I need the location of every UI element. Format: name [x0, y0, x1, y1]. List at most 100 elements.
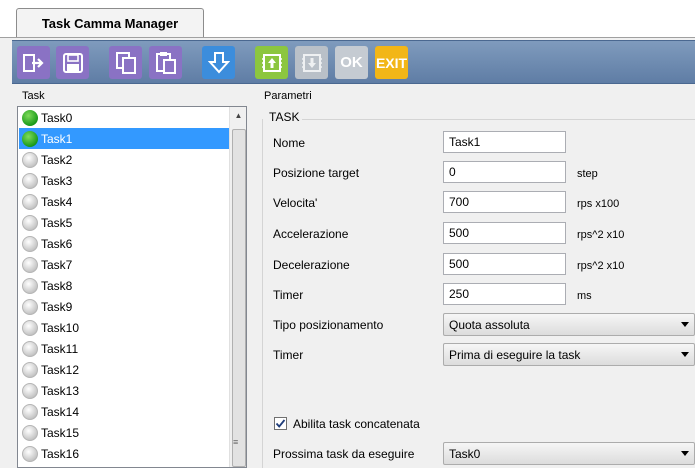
- status-green-icon: [22, 130, 38, 147]
- task-list-item[interactable]: Task2: [19, 149, 229, 170]
- task-panel-label: Task: [22, 90, 45, 102]
- velocita-field[interactable]: 700: [443, 191, 566, 213]
- task-list-item[interactable]: Task0: [19, 107, 229, 128]
- tab-strip-divider: [0, 37, 695, 38]
- save-icon: [62, 52, 83, 73]
- status-gray-icon: [22, 340, 38, 357]
- task-list-item[interactable]: Task10: [19, 317, 229, 338]
- timer-mode-label: Timer: [273, 348, 304, 362]
- export-icon: [22, 53, 44, 72]
- scroll-grip-icon: ≡: [233, 437, 239, 447]
- tab-task-camma-manager[interactable]: Task Camma Manager: [16, 8, 204, 38]
- task-list-item[interactable]: Task8: [19, 275, 229, 296]
- exit-button[interactable]: EXIT: [375, 46, 408, 79]
- params-panel-label: Parametri: [264, 90, 312, 102]
- status-gray-icon: [22, 256, 38, 273]
- task-list[interactable]: Task0 Task1 Task2 Task3 Task4 Task5 Task6 Task7…: [17, 106, 247, 468]
- task-list-item[interactable]: Task12: [19, 359, 229, 380]
- group-border-top: [302, 119, 695, 120]
- decelerazione-field[interactable]: 500: [443, 253, 566, 275]
- nome-label: Nome: [273, 136, 306, 150]
- task-list-item-label: Task5: [41, 215, 73, 230]
- ok-button[interactable]: OK: [335, 46, 368, 79]
- tipo-posizionamento-select[interactable]: Quota assoluta: [443, 313, 695, 336]
- task-list-item[interactable]: Task3: [19, 170, 229, 191]
- status-gray-icon: [22, 277, 38, 294]
- nome-field[interactable]: Task1: [443, 131, 566, 153]
- tab-title: Task Camma Manager: [41, 16, 179, 31]
- chevron-down-icon: [681, 352, 689, 357]
- posizione-target-label: Posizione target: [273, 166, 360, 180]
- posizione-target-field[interactable]: 0: [443, 161, 566, 183]
- prossima-task-value: Task0: [449, 446, 481, 461]
- exit-button-label: EXIT: [375, 54, 408, 71]
- copy-icon: [115, 51, 136, 74]
- prossima-task-select[interactable]: Task0: [443, 442, 695, 465]
- task-list-item-label: Task16: [41, 446, 80, 461]
- decelerazione-unit: rps^2 x10: [577, 260, 625, 272]
- scroll-up-arrow-icon[interactable]: ▲: [230, 107, 246, 124]
- export-button[interactable]: [17, 46, 50, 79]
- task-list-item[interactable]: Task9: [19, 296, 229, 317]
- chip-upload-icon: [261, 53, 282, 72]
- chip-download-icon: [301, 53, 322, 72]
- task-list-item[interactable]: Task15: [19, 422, 229, 443]
- save-button[interactable]: [56, 46, 89, 79]
- status-gray-icon: [22, 319, 38, 336]
- download-button[interactable]: [202, 46, 235, 79]
- timer-mode-value: Prima di eseguire la task: [449, 347, 581, 362]
- decelerazione-value: 500: [449, 257, 470, 271]
- group-border-left: [262, 119, 263, 468]
- task-list-item[interactable]: Task16: [19, 443, 229, 464]
- task-list-item-label: Task8: [41, 278, 73, 293]
- task-list-item[interactable]: Task5: [19, 212, 229, 233]
- status-gray-icon: [22, 424, 38, 441]
- task-list-item[interactable]: Task11: [19, 338, 229, 359]
- velocita-value: 700: [449, 195, 470, 209]
- copy-button[interactable]: [109, 46, 142, 79]
- posizione-target-value: 0: [449, 165, 456, 179]
- status-gray-icon: [22, 445, 38, 462]
- task-list-item-label: Task1: [41, 131, 73, 146]
- task-list-item-label: Task13: [41, 383, 80, 398]
- accelerazione-value: 500: [449, 226, 470, 240]
- status-gray-icon: [22, 151, 38, 168]
- timer-field[interactable]: 250: [443, 283, 566, 305]
- status-gray-icon: [22, 298, 38, 315]
- task-list-item-label: Task14: [41, 404, 80, 419]
- chip-upload-button[interactable]: [255, 46, 288, 79]
- posizione-target-unit: step: [577, 168, 598, 180]
- task-list-item-label: Task0: [41, 110, 73, 125]
- status-gray-icon: [22, 382, 38, 399]
- task-list-item[interactable]: Task1: [19, 128, 229, 149]
- scroll-thumb[interactable]: [232, 129, 246, 467]
- tipo-posizionamento-label: Tipo posizionamento: [273, 318, 384, 332]
- chevron-down-icon: [681, 322, 689, 327]
- accelerazione-field[interactable]: 500: [443, 222, 566, 244]
- decelerazione-label: Decelerazione: [273, 258, 350, 272]
- timer-unit: ms: [577, 290, 592, 302]
- toolbar: OK EXIT: [12, 40, 695, 84]
- status-gray-icon: [22, 172, 38, 189]
- status-green-icon: [22, 109, 38, 126]
- paste-button[interactable]: [149, 46, 182, 79]
- params-group-title: TASK: [269, 110, 300, 124]
- timer-value: 250: [449, 287, 470, 301]
- timer-label: Timer: [273, 288, 304, 302]
- timer-mode-select[interactable]: Prima di eseguire la task: [443, 343, 695, 366]
- task-list-item-label: Task3: [41, 173, 73, 188]
- task-list-item[interactable]: Task14: [19, 401, 229, 422]
- velocita-unit: rps x100: [577, 198, 620, 210]
- task-list-item-label: Task9: [41, 299, 73, 314]
- task-list-scrollbar[interactable]: ▲ ≡: [229, 107, 246, 467]
- abilita-task-checkbox[interactable]: [274, 417, 287, 430]
- chip-download-button[interactable]: [295, 46, 328, 79]
- task-list-item[interactable]: Task13: [19, 380, 229, 401]
- task-list-item-label: Task2: [41, 152, 73, 167]
- task-list-item-label: Task10: [41, 320, 80, 335]
- task-list-item[interactable]: Task6: [19, 233, 229, 254]
- tipo-posizionamento-value: Quota assoluta: [449, 317, 530, 332]
- abilita-task-label: Abilita task concatenata: [293, 417, 420, 431]
- task-list-item[interactable]: Task7: [19, 254, 229, 275]
- task-list-item[interactable]: Task4: [19, 191, 229, 212]
